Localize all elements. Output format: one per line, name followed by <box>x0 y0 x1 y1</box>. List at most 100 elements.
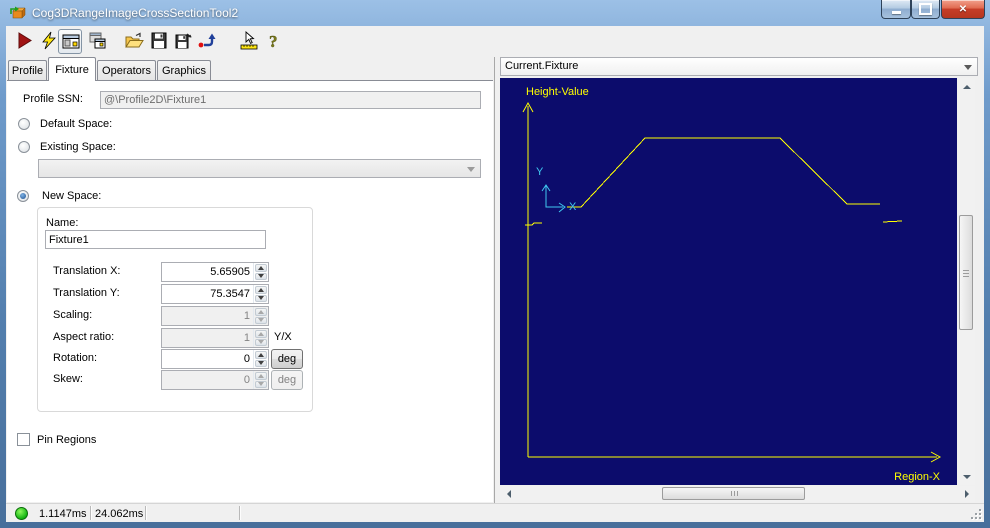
spin-down-icon[interactable] <box>255 294 267 302</box>
arrow-up-icon <box>962 84 971 89</box>
save-as-icon <box>175 33 192 49</box>
x-axis-label: Region-X <box>894 471 941 483</box>
toolbar: ? <box>6 26 984 57</box>
tool-cube-icon <box>10 6 26 19</box>
scaling-label: Scaling: <box>53 309 93 321</box>
run-icon <box>18 32 32 49</box>
close-button[interactable]: ✕ <box>941 0 985 19</box>
vertical-scroll-thumb[interactable] <box>959 215 973 330</box>
total-time: 24.062ms <box>95 508 144 520</box>
aspect-ratio-label: Aspect ratio: <box>53 331 115 343</box>
chevron-down-icon <box>964 64 972 70</box>
record-selector-value: Current.Fixture <box>505 60 579 72</box>
aspect-ratio-spinner <box>161 328 269 348</box>
translation-y-spinner[interactable] <box>161 284 269 304</box>
save-button[interactable] <box>147 29 171 54</box>
vertical-scrollbar[interactable] <box>958 78 975 485</box>
profile-plot[interactable]: Height-Value Region-X Y X <box>500 78 957 485</box>
y-axis-label: Height-Value <box>526 86 589 98</box>
svg-text:?: ? <box>269 32 278 51</box>
marker-y-label: Y <box>536 166 544 178</box>
default-space-radio[interactable] <box>18 118 30 130</box>
spin-down-icon <box>255 338 267 346</box>
horizontal-scroll-thumb[interactable] <box>662 487 805 500</box>
tool-display-button[interactable] <box>58 29 82 54</box>
maximize-button[interactable] <box>911 0 940 19</box>
existing-space-radio[interactable] <box>18 141 30 153</box>
open-icon <box>125 32 144 48</box>
tab-fixture[interactable]: Fixture <box>48 57 96 81</box>
translation-x-spinner[interactable] <box>161 262 269 282</box>
statusbar-separator <box>145 506 147 520</box>
spin-down-icon[interactable] <box>255 359 267 367</box>
spin-up-icon <box>255 308 267 316</box>
pin-regions-checkbox[interactable] <box>17 433 30 446</box>
statusbar: 1.1147ms 24.062ms <box>6 503 984 522</box>
skew-spinner <box>161 370 269 390</box>
spin-down-icon <box>255 316 267 324</box>
name-label: Name: <box>46 217 79 229</box>
edit-panel: Profile Fixture Operators Graphics Profi… <box>6 57 494 503</box>
marker-x-label: X <box>569 201 577 213</box>
profile-ssn-label: Profile SSN: <box>23 93 83 105</box>
float-display-icon <box>89 32 106 49</box>
fixture-tab-page: Profile SSN: Default Space: Existing Spa… <box>7 80 493 502</box>
aspect-ratio-suffix: Y/X <box>274 331 292 343</box>
save-as-button[interactable] <box>172 29 196 54</box>
scroll-down-button[interactable] <box>958 468 975 485</box>
window-title: Cog3DRangeImageCrossSectionTool2 <box>32 6 239 20</box>
spin-down-icon <box>255 380 267 388</box>
new-space-radio[interactable] <box>17 190 29 202</box>
scroll-up-button[interactable] <box>958 78 975 95</box>
tab-profile[interactable]: Profile <box>8 60 47 81</box>
rotation-deg-button[interactable]: deg <box>271 349 303 369</box>
skew-label: Skew: <box>53 373 83 385</box>
arrow-right-icon <box>964 490 969 498</box>
measure-button[interactable] <box>237 29 261 54</box>
horizontal-scrollbar[interactable] <box>500 486 975 502</box>
run-button[interactable] <box>12 29 36 54</box>
float-display-button[interactable] <box>85 29 109 54</box>
minimize-button[interactable] <box>881 0 911 19</box>
reset-icon <box>198 33 216 48</box>
pin-regions-label: Pin Regions <box>37 434 97 446</box>
skew-deg-button: deg <box>271 370 303 390</box>
open-button[interactable] <box>122 29 146 54</box>
spin-up-icon[interactable] <box>255 264 267 272</box>
new-space-group: Name: Translation X: Translation Y: Scal… <box>37 207 313 412</box>
statusbar-separator <box>239 506 241 520</box>
chevron-down-icon <box>467 166 475 172</box>
run-status-icon <box>15 507 28 520</box>
translation-x-label: Translation X: <box>53 265 121 277</box>
scroll-left-button[interactable] <box>500 486 517 502</box>
spin-up-icon[interactable] <box>255 351 267 359</box>
name-field[interactable] <box>45 230 266 249</box>
spin-up-icon <box>255 372 267 380</box>
tool-display-icon <box>62 34 80 49</box>
spin-up-icon <box>255 330 267 338</box>
tab-graphics[interactable]: Graphics <box>157 60 211 81</box>
titlebar[interactable]: Cog3DRangeImageCrossSectionTool2 ✕ <box>0 0 990 26</box>
tab-operators[interactable]: Operators <box>97 60 156 81</box>
plot-background <box>500 78 957 485</box>
new-space-label: New Space: <box>42 190 102 202</box>
scroll-right-button[interactable] <box>958 486 975 502</box>
record-selector-combobox[interactable]: Current.Fixture <box>500 57 978 76</box>
lightning-icon <box>42 31 56 50</box>
existing-space-label: Existing Space: <box>40 141 116 153</box>
spin-down-icon[interactable] <box>255 272 267 280</box>
arrow-down-icon <box>962 474 971 479</box>
default-space-label: Default Space: <box>40 118 113 130</box>
help-icon: ? <box>269 32 278 51</box>
rotation-spinner[interactable] <box>161 349 269 369</box>
execution-time: 1.1147ms <box>39 508 87 520</box>
arrow-left-icon <box>506 490 511 498</box>
panel-filler <box>975 78 984 503</box>
help-button[interactable]: ? <box>262 29 286 54</box>
display-panel: Current.Fixture Height-Value Region-X Y … <box>500 57 984 503</box>
reset-button[interactable] <box>194 29 218 54</box>
measure-icon <box>240 31 258 50</box>
save-icon <box>151 32 167 49</box>
spin-up-icon[interactable] <box>255 286 267 294</box>
resize-grip[interactable] <box>969 507 981 519</box>
